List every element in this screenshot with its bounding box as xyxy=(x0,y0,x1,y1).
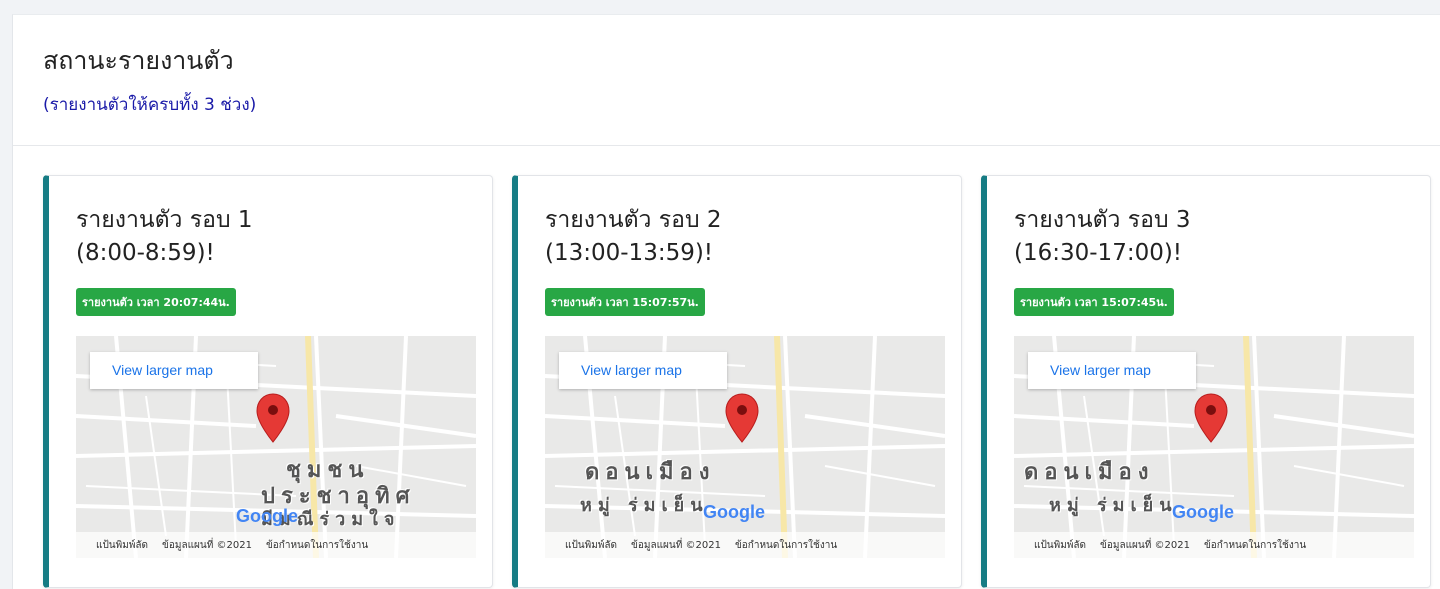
google-logo: Google xyxy=(1172,502,1234,523)
card-title-line1: รายงานตัว รอบ 2 xyxy=(545,207,722,233)
page-title: สถานะรายงานตัว xyxy=(43,46,234,75)
keyboard-shortcuts-link[interactable]: แป้นพิมพ์ลัด xyxy=(1034,538,1086,553)
map-label: หมู่ ร่มเย็น xyxy=(580,495,709,516)
google-logo-text: Google xyxy=(1172,502,1234,522)
google-logo-text: Google xyxy=(703,502,765,522)
terms-link[interactable]: ข้อกำหนดในการใช้งาน xyxy=(1204,538,1306,553)
panel-header: สถานะรายงานตัว (รายงานตัวให้ครบทั้ง 3 ช่… xyxy=(13,15,1440,146)
status-badge: รายงานตัว เวลา 15:07:57น. xyxy=(545,288,705,316)
report-card-round-2: รายงานตัว รอบ 2 (13:00-13:59)! รายงานตัว… xyxy=(512,175,962,588)
status-badge: รายงานตัว เวลา 20:07:44น. xyxy=(76,288,236,316)
card-title-line1: รายงานตัว รอบ 3 xyxy=(1014,207,1191,233)
map-footer: แป้นพิมพ์ลัด ข้อมูลแผนที่ ©2021 ข้อกำหนด… xyxy=(545,532,945,558)
google-logo-text: Google xyxy=(236,506,298,526)
location-pin-icon[interactable] xyxy=(255,392,291,444)
map-label: หมู่ ร่มเย็น xyxy=(1049,495,1178,516)
report-card-round-1: รายงานตัว รอบ 1 (8:00-8:59)! รายงานตัว เ… xyxy=(43,175,493,588)
card-title-line1: รายงานตัว รอบ 1 xyxy=(76,207,253,233)
map-data-text: ข้อมูลแผนที่ ©2021 xyxy=(631,539,721,551)
map-footer: แป้นพิมพ์ลัด ข้อมูลแผนที่ ©2021 ข้อกำหนด… xyxy=(1014,532,1414,558)
map-data-text: ข้อมูลแผนที่ ©2021 xyxy=(162,539,252,551)
google-logo: Google xyxy=(703,502,765,523)
map-footer: แป้นพิมพ์ลัด ข้อมูลแผนที่ ©2021 ข้อกำหนด… xyxy=(76,532,476,558)
embedded-map[interactable]: ดอนเมือง หมู่ ร่มเย็น View larger map Go… xyxy=(1014,336,1414,558)
view-larger-map-link[interactable]: View larger map xyxy=(90,352,258,389)
card-title: รายงานตัว รอบ 1 (8:00-8:59)! xyxy=(76,204,253,270)
terms-link[interactable]: ข้อกำหนดในการใช้งาน xyxy=(266,538,368,553)
view-larger-map-link[interactable]: View larger map xyxy=(1028,352,1196,389)
google-logo: Google xyxy=(236,506,298,527)
card-title: รายงานตัว รอบ 3 (16:30-17:00)! xyxy=(1014,204,1191,270)
terms-link[interactable]: ข้อกำหนดในการใช้งาน xyxy=(735,538,837,553)
keyboard-shortcuts-link[interactable]: แป้นพิมพ์ลัด xyxy=(96,538,148,553)
map-data-text: ข้อมูลแผนที่ ©2021 xyxy=(1100,539,1190,551)
location-pin-icon[interactable] xyxy=(1193,392,1229,444)
view-larger-map-link[interactable]: View larger map xyxy=(559,352,727,389)
location-pin-icon[interactable] xyxy=(724,392,760,444)
report-status-panel: สถานะรายงานตัว (รายงานตัวให้ครบทั้ง 3 ช่… xyxy=(12,14,1440,589)
card-title-line2: (8:00-8:59)! xyxy=(76,240,215,266)
card-title-line2: (16:30-17:00)! xyxy=(1014,240,1183,266)
page-subtitle: (รายงานตัวให้ครบทั้ง 3 ช่วง) xyxy=(43,95,257,115)
map-label: ดอนเมือง xyxy=(585,460,716,485)
card-title-line2: (13:00-13:59)! xyxy=(545,240,714,266)
embedded-map[interactable]: ชุมชน ประชาอุทิศ มีมณีร่วมใจ View larger… xyxy=(76,336,476,558)
keyboard-shortcuts-link[interactable]: แป้นพิมพ์ลัด xyxy=(565,538,617,553)
card-title: รายงานตัว รอบ 2 (13:00-13:59)! xyxy=(545,204,722,270)
map-label: ดอนเมือง xyxy=(1024,460,1155,485)
status-badge: รายงานตัว เวลา 15:07:45น. xyxy=(1014,288,1174,316)
report-card-round-3: รายงานตัว รอบ 3 (16:30-17:00)! รายงานตัว… xyxy=(981,175,1431,588)
embedded-map[interactable]: ดอนเมือง หมู่ ร่มเย็น View larger map Go… xyxy=(545,336,945,558)
